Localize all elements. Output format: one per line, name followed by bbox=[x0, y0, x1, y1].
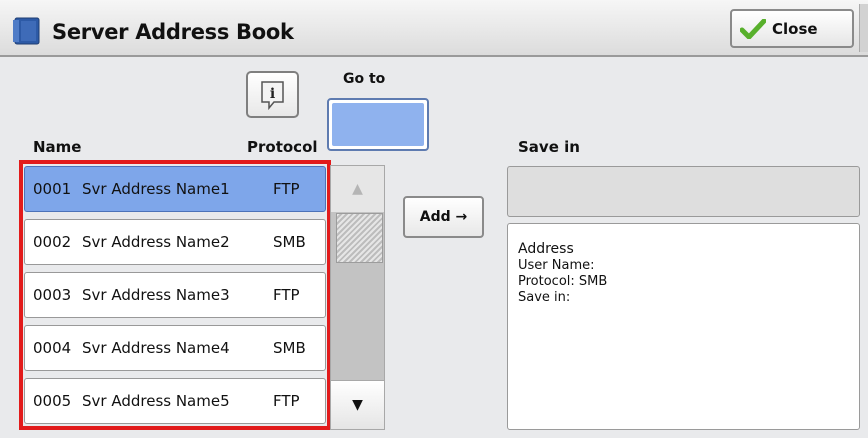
up-arrow-icon: ▲ bbox=[352, 181, 363, 197]
details-address: Address bbox=[518, 241, 574, 257]
title-bar-edge bbox=[859, 4, 868, 52]
name-column-header: Name bbox=[33, 138, 82, 156]
close-button-label: Close bbox=[772, 19, 818, 38]
goto-input-field bbox=[332, 103, 424, 146]
details-protocol: Protocol: SMB bbox=[518, 274, 608, 289]
list-highlight-frame bbox=[19, 160, 331, 430]
window-title: Server Address Book bbox=[52, 20, 294, 44]
title-bar: Server Address Book Close bbox=[0, 0, 868, 57]
save-in-label: Save in bbox=[518, 138, 580, 156]
goto-input[interactable] bbox=[327, 98, 429, 151]
down-arrow-icon: ▼ bbox=[352, 397, 363, 413]
scrollbar-thumb[interactable] bbox=[336, 213, 383, 263]
info-button[interactable]: i bbox=[246, 71, 299, 118]
protocol-column-header: Protocol bbox=[247, 138, 318, 156]
close-button[interactable]: Close bbox=[730, 9, 854, 48]
svg-text:i: i bbox=[270, 86, 275, 102]
details-save-in: Save in: bbox=[518, 290, 571, 305]
add-button[interactable]: Add → bbox=[403, 196, 484, 238]
save-in-field[interactable] bbox=[507, 166, 860, 217]
details-user-name: User Name: bbox=[518, 258, 595, 273]
details-panel: Address User Name: Protocol: SMB Save in… bbox=[507, 223, 860, 430]
scroll-up-button[interactable]: ▲ bbox=[331, 166, 384, 212]
goto-label: Go to bbox=[343, 71, 386, 87]
info-icon: i bbox=[261, 81, 284, 111]
address-book-icon bbox=[13, 17, 40, 45]
checkmark-icon bbox=[740, 18, 766, 39]
scroll-down-button[interactable]: ▼ bbox=[331, 380, 384, 429]
